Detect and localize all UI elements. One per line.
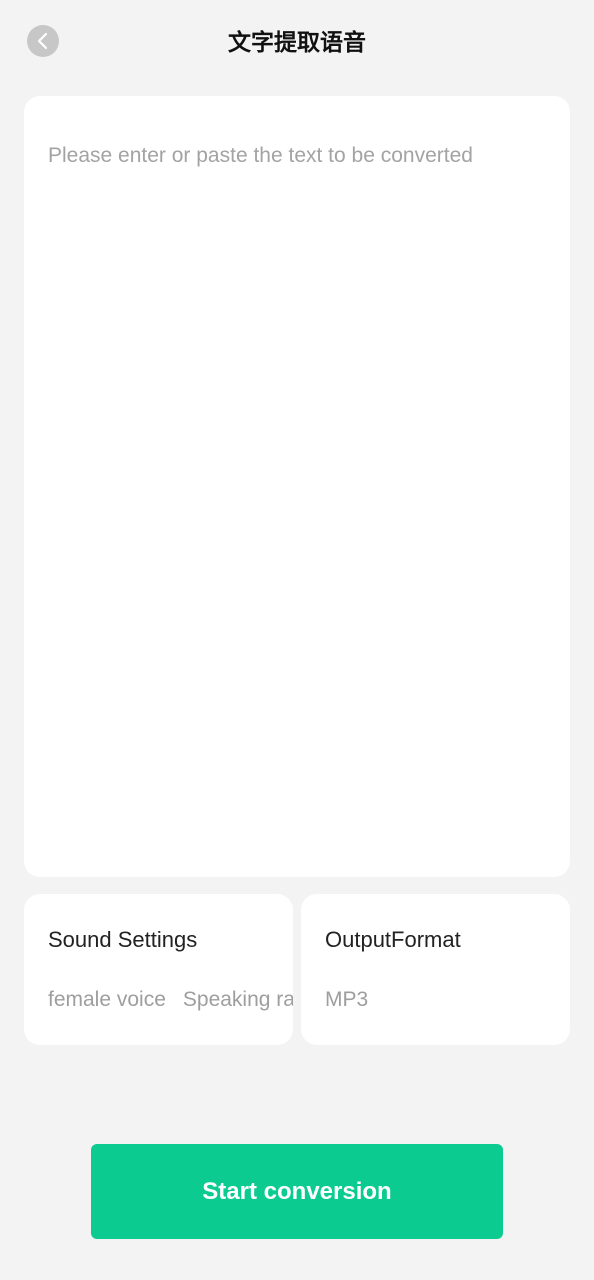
page-title: 文字提取语音: [228, 30, 366, 56]
sound-settings-summary: female voice Speaking ra: [48, 984, 293, 1016]
sound-settings-title: Sound Settings: [48, 927, 198, 952]
start-conversion-button[interactable]: Start conversion: [91, 1144, 503, 1239]
output-format-title: OutputFormat: [325, 927, 461, 952]
text-input-card: [24, 96, 570, 877]
voice-type-value: female voice: [48, 988, 166, 1011]
header-bar: 文字提取语音: [0, 0, 594, 88]
sound-settings-card[interactable]: Sound Settings female voice Speaking ra: [24, 894, 293, 1045]
speaking-rate-label: Speaking ra: [182, 988, 293, 1011]
text-input-field[interactable]: [48, 140, 546, 853]
output-format-value: MP3: [325, 988, 369, 1011]
output-format-card[interactable]: OutputFormat MP3: [301, 894, 570, 1045]
